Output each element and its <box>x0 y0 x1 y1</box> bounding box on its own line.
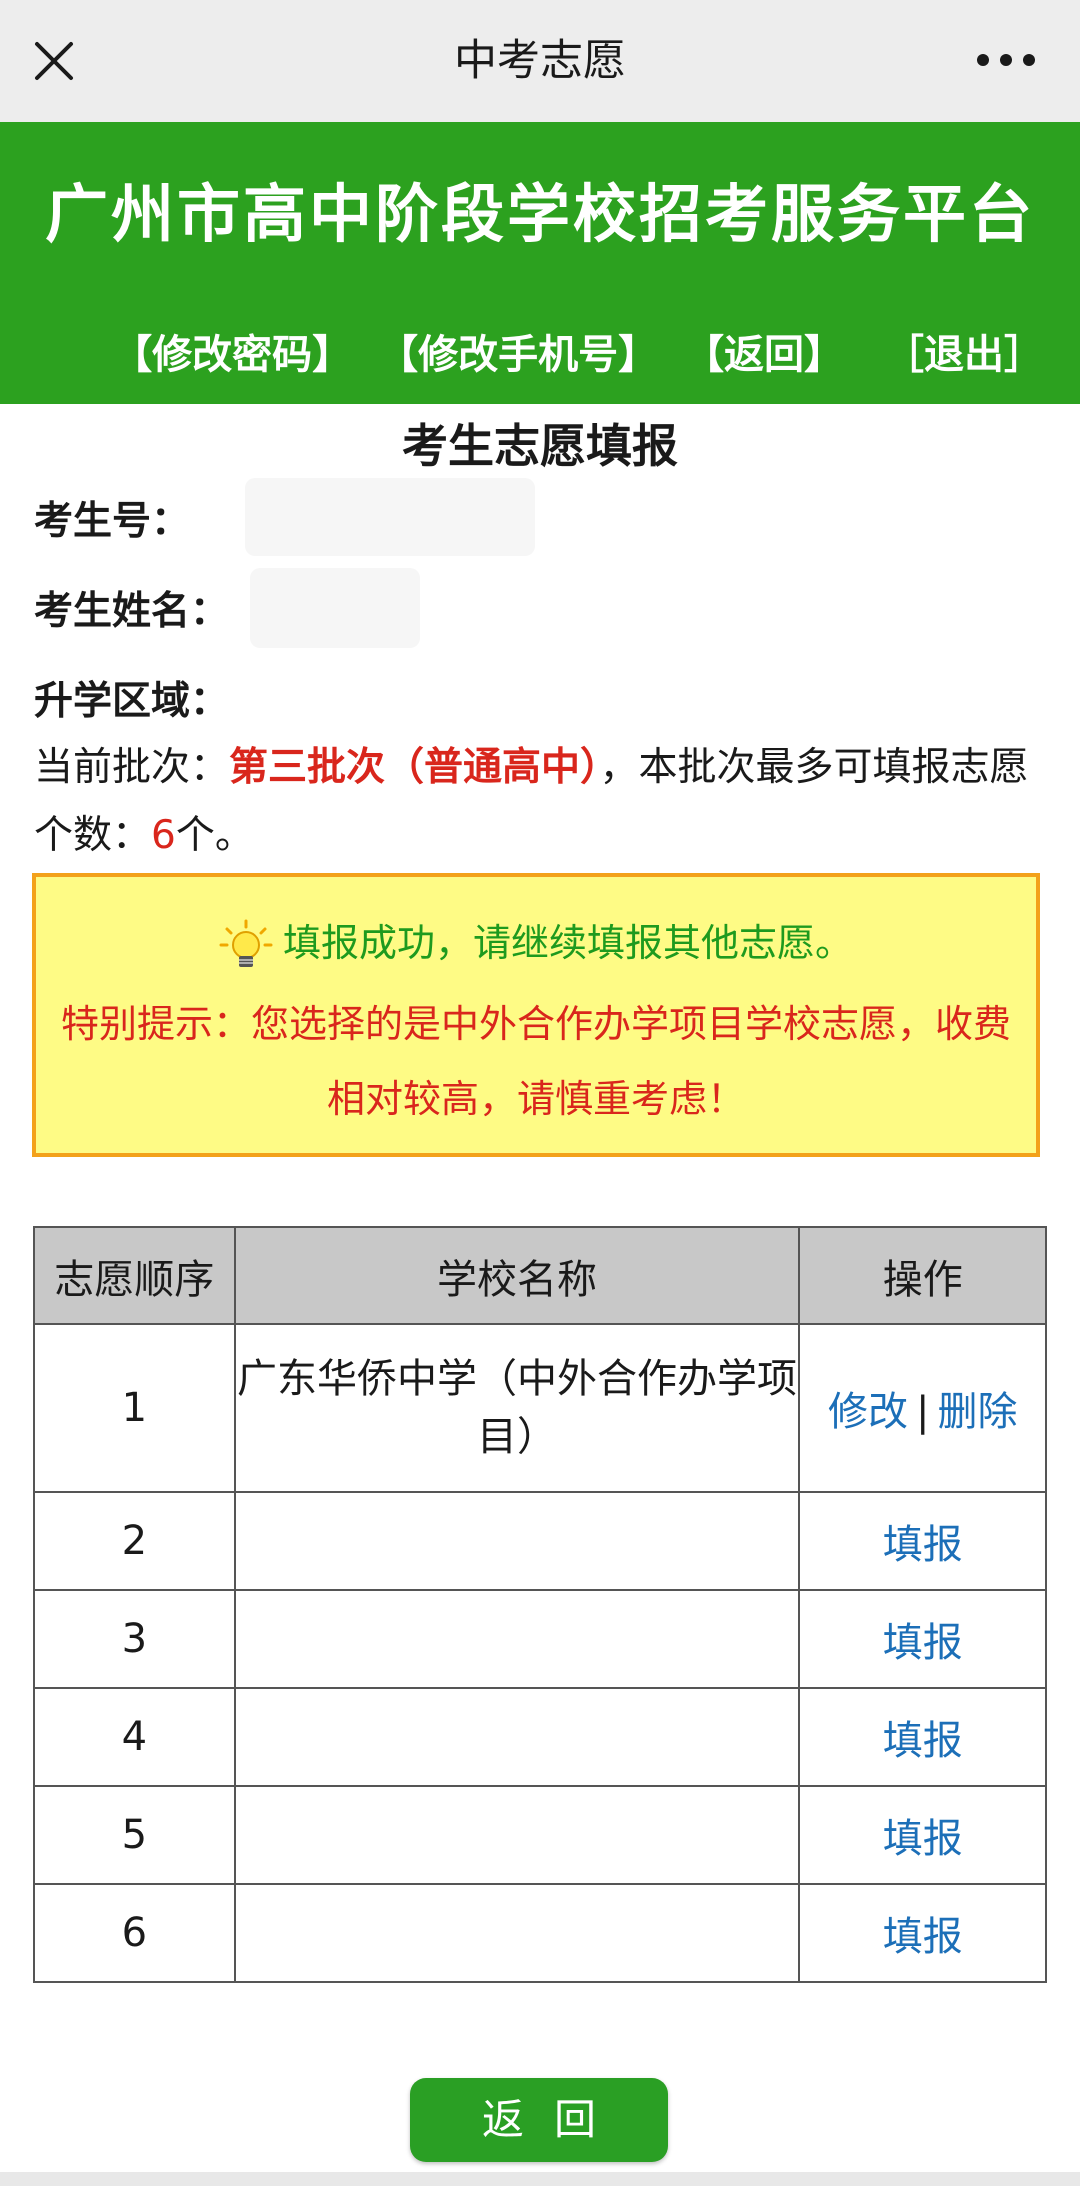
success-message: 填报成功，请继续填报其他志愿。 <box>36 912 1036 973</box>
header-order: 志愿顺序 <box>33 1226 236 1325</box>
order-cell: 2 <box>33 1491 236 1591</box>
action-separator: | <box>915 1389 930 1435</box>
more-icon[interactable] <box>976 53 1036 67</box>
logout-link[interactable]: ［退出］ <box>884 332 1044 378</box>
school-name-cell <box>233 1883 801 1983</box>
school-name-cell <box>233 1785 801 1885</box>
change-phone-link[interactable]: 【修改手机号】 <box>378 332 658 378</box>
change-password-link[interactable]: 【修改密码】 <box>112 332 352 378</box>
return-button[interactable]: 返回 <box>410 2078 668 2162</box>
school-name-cell: 广东华侨中学（中外合作办学项目） <box>233 1323 801 1493</box>
fill-link[interactable]: 填报 <box>883 1816 963 1862</box>
delete-link[interactable]: 删除 <box>937 1389 1017 1435</box>
action-cell: 填报 <box>798 1883 1047 1983</box>
table-row: 1 广东华侨中学（中外合作办学项目） 修改 | 删除 <box>33 1323 1047 1493</box>
success-text: 填报成功，请继续填报其他志愿。 <box>282 921 853 965</box>
action-cell: 填报 <box>798 1785 1047 1885</box>
batch-prefix: 当前批次： <box>34 745 230 790</box>
fill-link[interactable]: 填报 <box>883 1620 963 1666</box>
student-name-label: 考生姓名： <box>34 589 230 634</box>
order-cell: 4 <box>33 1687 236 1787</box>
batch-name: 第三批次（普通高中） <box>229 745 600 790</box>
action-cell: 填报 <box>798 1687 1047 1787</box>
region-label: 升学区域： <box>34 679 230 724</box>
table-row: 3 填报 <box>33 1589 1047 1689</box>
order-cell: 5 <box>33 1785 236 1885</box>
school-name-cell <box>233 1687 801 1787</box>
redacted-exam-number <box>245 478 535 556</box>
order-cell: 1 <box>33 1323 236 1493</box>
table-row: 4 填报 <box>33 1687 1047 1787</box>
fill-link[interactable]: 填报 <box>883 1718 963 1764</box>
table-header-row: 志愿顺序 学校名称 操作 <box>33 1226 1047 1325</box>
table-row: 5 填报 <box>33 1785 1047 1885</box>
fill-link[interactable]: 填报 <box>883 1914 963 1960</box>
school-name-cell <box>233 1589 801 1689</box>
school-name-cell <box>233 1491 801 1591</box>
edit-link[interactable]: 修改 <box>828 1389 908 1435</box>
table-row: 2 填报 <box>33 1491 1047 1591</box>
notice-box: 填报成功，请继续填报其他志愿。 特别提示：您选择的是中外合作办学项目学校志愿，收… <box>32 873 1040 1157</box>
order-cell: 3 <box>33 1589 236 1689</box>
action-cell: 修改 | 删除 <box>798 1323 1047 1493</box>
exam-number-label: 考生号： <box>34 499 191 544</box>
preference-table: 志愿顺序 学校名称 操作 1 广东华侨中学（中外合作办学项目） 修改 | 删除 2 … <box>33 1226 1047 1983</box>
top-nav-bar: 中考志愿 <box>0 0 1080 122</box>
platform-banner: 广州市高中阶段学校招考服务平台 【修改密码】 【修改手机号】 【返回】 ［退出］ <box>0 122 1080 404</box>
order-cell: 6 <box>33 1883 236 1983</box>
action-cell: 填报 <box>798 1491 1047 1591</box>
header-action: 操作 <box>798 1226 1047 1325</box>
bottom-strip <box>0 2172 1080 2186</box>
batch-suffix: 个。 <box>175 813 254 858</box>
account-links: 【修改密码】 【修改手机号】 【返回】 ［退出］ <box>100 322 1044 380</box>
page-title: 考生志愿填报 <box>402 419 678 473</box>
fill-link[interactable]: 填报 <box>883 1522 963 1568</box>
header-school: 学校名称 <box>233 1226 801 1325</box>
nav-title: 中考志愿 <box>454 36 626 86</box>
redacted-student-name <box>250 568 420 648</box>
warning-message: 特别提示：您选择的是中外合作办学项目学校志愿，收费相对较高，请慎重考虑！ <box>60 1002 1011 1121</box>
back-link[interactable]: 【返回】 <box>684 332 844 378</box>
close-icon[interactable] <box>34 41 74 81</box>
max-count: 6 <box>151 813 176 858</box>
batch-info: 当前批次：第三批次（普通高中），本批次最多可填报志愿个数：6个。 <box>34 734 1044 870</box>
platform-title: 广州市高中阶段学校招考服务平台 <box>45 178 1035 251</box>
lightbulb-icon <box>219 919 273 967</box>
table-row: 6 填报 <box>33 1883 1047 1983</box>
action-cell: 填报 <box>798 1589 1047 1689</box>
